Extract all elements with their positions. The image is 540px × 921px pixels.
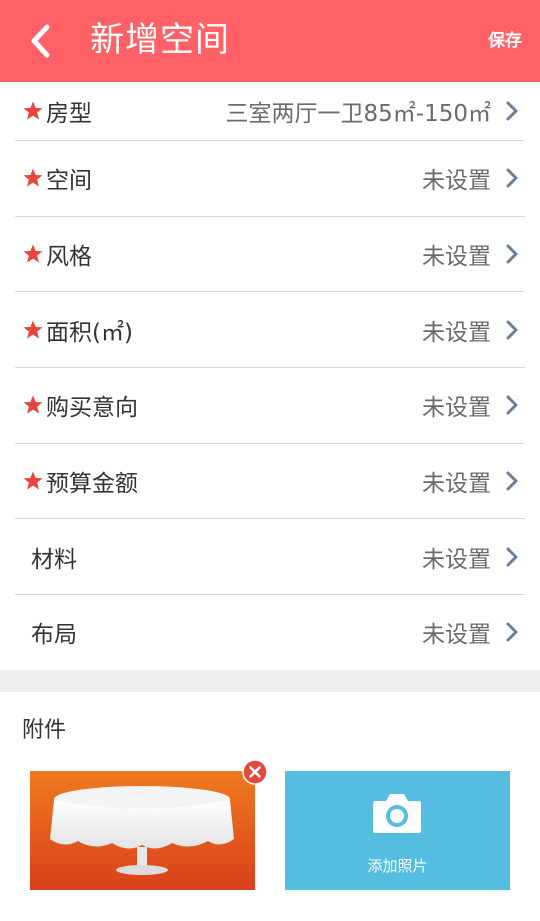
chevron-right-icon — [503, 545, 521, 569]
camera-icon — [371, 791, 423, 837]
field-value: 未设置 — [422, 168, 491, 195]
chevron-right-icon — [503, 166, 521, 190]
required-star-icon — [22, 394, 44, 416]
app-header: 新增空间 保存 — [0, 0, 540, 82]
field-value: 未设置 — [422, 319, 491, 346]
save-button[interactable]: 保存 — [488, 28, 522, 54]
attachments-title: 附件 — [22, 718, 67, 743]
field-label: 布局 — [31, 622, 77, 649]
chevron-right-icon — [503, 620, 521, 644]
required-star-icon — [22, 243, 44, 265]
required-star-icon — [22, 470, 44, 492]
table-photo-image — [30, 771, 255, 890]
field-value: 未设置 — [422, 622, 491, 649]
field-row-house-type[interactable]: 房型 三室两厅一卫85㎡-150㎡ — [15, 82, 525, 141]
space-form: 房型 三室两厅一卫85㎡-150㎡ 空间 未设置 风格 未设置 面积(㎡) 未设… — [0, 82, 540, 670]
required-star-icon — [22, 319, 44, 341]
attachments-section: 附件 添加照片 — [0, 692, 540, 921]
chevron-right-icon — [503, 242, 521, 266]
field-value: 未设置 — [422, 471, 491, 498]
field-value: 未设置 — [422, 546, 491, 573]
chevron-right-icon — [503, 99, 521, 123]
add-photo-label: 添加照片 — [367, 857, 428, 875]
back-button[interactable] — [18, 18, 64, 64]
field-row-material[interactable]: 材料 未设置 — [15, 519, 525, 596]
field-label: 空间 — [46, 168, 92, 195]
field-value: 未设置 — [422, 395, 491, 422]
required-star-icon — [22, 167, 44, 189]
field-row-area[interactable]: 面积(㎡) 未设置 — [15, 292, 525, 369]
chevron-right-icon — [503, 393, 521, 417]
field-label: 预算金额 — [46, 471, 138, 498]
attachment-thumbnail[interactable] — [30, 771, 255, 890]
add-photo-button[interactable]: 添加照片 — [285, 771, 510, 890]
chevron-right-icon — [503, 469, 521, 493]
close-circle-icon — [242, 759, 268, 785]
page-title: 新增空间 — [90, 20, 230, 60]
field-label: 面积(㎡) — [46, 319, 133, 346]
required-star-icon — [22, 100, 44, 122]
field-row-layout[interactable]: 布局 未设置 — [15, 595, 525, 669]
field-row-budget[interactable]: 预算金额 未设置 — [15, 444, 525, 520]
section-divider — [0, 670, 540, 692]
chevron-right-icon — [503, 318, 521, 342]
field-row-purchase-intent[interactable]: 购买意向 未设置 — [15, 368, 525, 444]
field-value: 三室两厅一卫85㎡-150㎡ — [225, 101, 491, 127]
field-label: 房型 — [46, 101, 92, 127]
remove-attachment-button[interactable] — [242, 759, 268, 785]
field-row-style[interactable]: 风格 未设置 — [15, 217, 525, 293]
field-row-space[interactable]: 空间 未设置 — [15, 141, 525, 217]
field-value: 未设置 — [422, 244, 491, 271]
field-label: 购买意向 — [46, 395, 138, 422]
field-label: 风格 — [46, 244, 92, 271]
field-label: 材料 — [31, 546, 77, 573]
chevron-left-icon — [31, 24, 50, 58]
